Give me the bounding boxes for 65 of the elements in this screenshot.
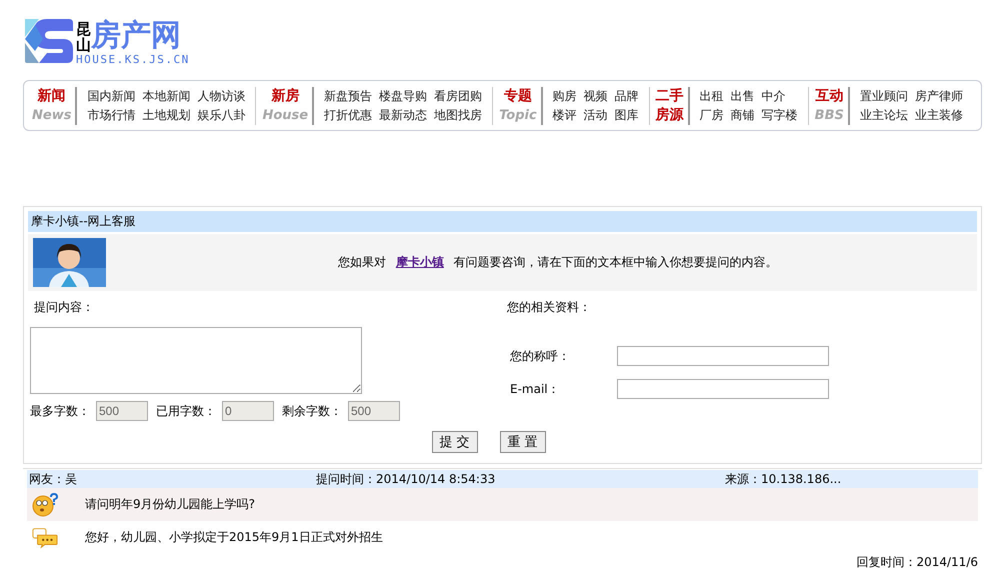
nav-link[interactable]: 最新动态 [379,106,428,124]
nav-link[interactable]: 商铺 [730,106,755,124]
speech-bubbles-icon [32,526,58,550]
puzzled-face-icon [32,492,58,516]
nav-link[interactable]: 打折优惠 [324,106,372,124]
nav-link[interactable]: 活动 [584,106,608,124]
intro-sentence: 您如果对 摩卡小镇 有问题要咨询，请在下面的文本框中输入你想要提问的内容。 [338,254,778,271]
nav-link[interactable]: 中介 [762,86,786,106]
field-label: 您的称呼： [510,348,571,364]
nav-link[interactable]: 业主装修 [914,106,963,124]
nav-link[interactable]: 出售 [730,86,755,106]
nav-category-link[interactable]: 新房 [271,86,300,106]
question-time: 提问时间：2014/10/14 8:54:33 [316,471,496,488]
logo-url: HOUSE.KS.JS.CN [76,53,190,66]
counter-field[interactable]: 500 [96,401,148,421]
form-button[interactable]: 重 置 [500,431,546,453]
input-field[interactable] [617,379,829,399]
nav-category-link[interactable]: 新闻 [38,86,66,106]
nav-link[interactable]: 楼评 [552,106,577,124]
nav-category-link[interactable]: 专题 [504,86,532,106]
nav-category-link[interactable]: 二手 [656,86,684,106]
nav-link[interactable]: 购房 [552,86,577,106]
nav-link[interactable]: 土地规划 [142,106,190,124]
nav-link[interactable]: 国内新闻 [87,86,136,106]
input-field[interactable] [617,346,829,366]
answer-text: 您好，幼儿园、小学拟定于2015年9月1日正式对外招生 [85,529,383,546]
counter-field[interactable]: 0 [222,401,274,421]
field-label: E-mail： [510,380,561,398]
nav-link[interactable]: 新盘预告 [324,86,372,106]
logo-text: 昆 [76,21,91,37]
form-button[interactable]: 提 交 [432,431,478,453]
nav-link[interactable]: 市场行情 [87,106,136,124]
info-label: 您的相关资料： [507,299,592,316]
nav-link[interactable]: 置业顾问 [860,86,908,106]
nav-category-link[interactable]: 互动 [815,86,844,106]
nav-link[interactable]: 图库 [614,106,639,124]
question-label: 提问内容： [33,299,95,316]
nav-link[interactable]: 视频 [584,86,608,106]
service-link[interactable]: 摩卡小镇 [390,255,450,269]
nav-link[interactable]: 业主论坛 [860,106,908,124]
reply-time: 回复时间：2014/11/6 [856,554,978,570]
nav-category-link[interactable]: 房源 [656,106,684,124]
counter-label: 剩余字数： [282,402,342,420]
nav-link[interactable]: 娱乐八卦 [197,106,246,124]
nav-link[interactable]: 本地新闻 [142,86,190,106]
question-text: 请问明年9月份幼儿园能上学吗? [85,496,256,513]
nav-link[interactable]: 地图找房 [434,106,482,124]
nav-link[interactable]: 看房团购 [434,86,482,106]
nav-link[interactable]: 厂房 [700,106,724,124]
nav-link[interactable]: 房产律师 [914,86,963,106]
counter-label: 已用字数： [156,402,216,420]
question-field[interactable] [30,327,362,394]
nav-link[interactable]: 品牌 [614,86,639,106]
counter-label: 最多字数： [30,402,90,420]
nav-link[interactable]: 楼盘导购 [379,86,428,106]
counter-field[interactable]: 500 [348,401,400,421]
logo-icon [25,17,73,65]
panel-title: 摩卡小镇--网上客服 [28,211,977,232]
logo-title: 房产网 [91,19,181,53]
logo-text: 山 [76,37,91,53]
user-name: 网友：吴 [29,471,78,488]
nav-link[interactable]: 出租 [700,86,724,106]
nav-link[interactable]: 写字楼 [762,106,798,124]
nav-link[interactable]: 人物访谈 [197,86,246,106]
source-ip: 来源：10.138.186... [725,471,842,488]
